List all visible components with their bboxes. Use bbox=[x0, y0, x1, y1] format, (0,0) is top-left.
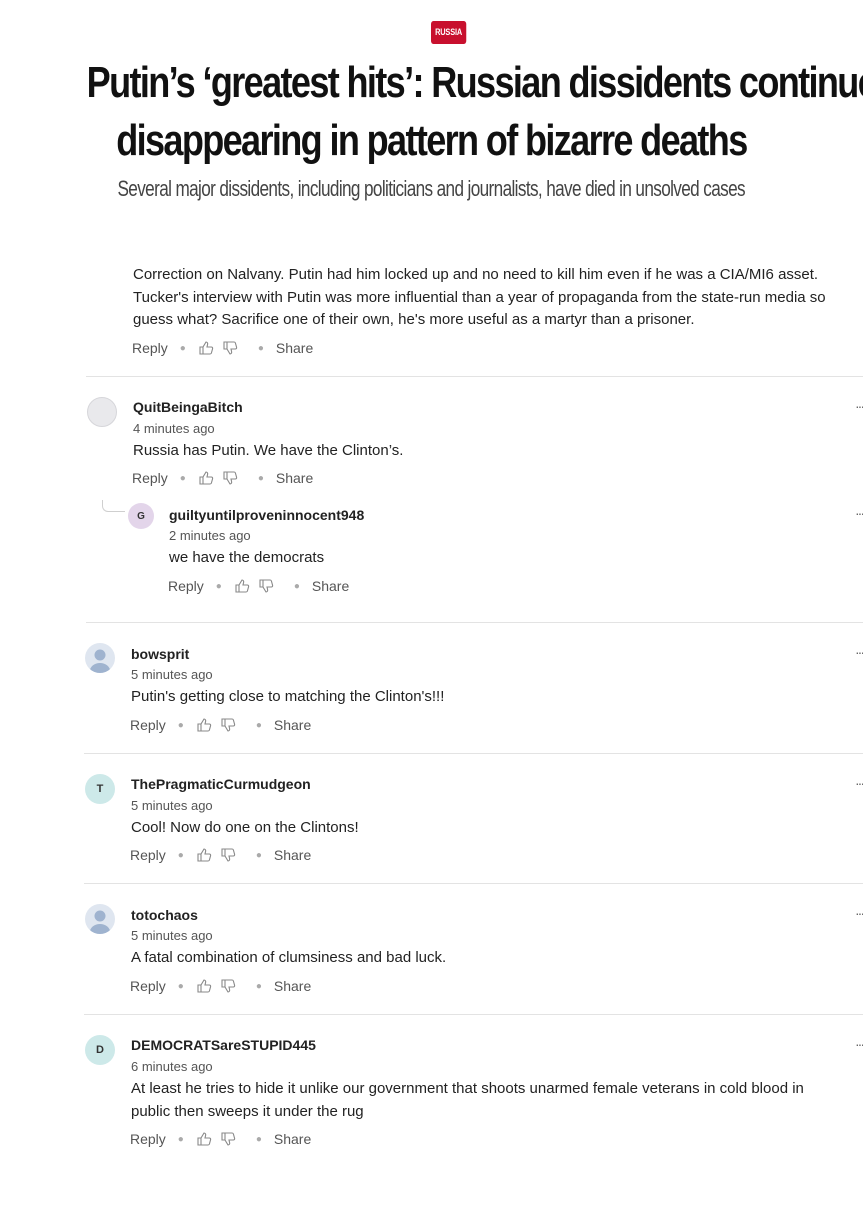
reply-button[interactable]: Reply bbox=[130, 717, 166, 733]
share-button[interactable]: Share bbox=[274, 1131, 311, 1147]
separator-dot: ● bbox=[257, 342, 264, 354]
comment-timestamp: 5 minutes ago bbox=[131, 928, 213, 943]
share-button[interactable]: Share bbox=[312, 578, 349, 594]
headline: Putin’s ‘greatest hits’: Russian disside… bbox=[0, 54, 863, 170]
thumbs-down-icon[interactable] bbox=[222, 340, 238, 356]
comment-body-line: guess what? Sacrifice one of their own, … bbox=[133, 311, 695, 328]
thumbs-up-icon[interactable] bbox=[196, 1131, 212, 1147]
separator-dot: ● bbox=[177, 980, 184, 992]
comment-actions: Reply ● ● Share bbox=[130, 976, 311, 996]
more-options-icon[interactable]: ··· bbox=[855, 644, 863, 660]
comment-timestamp: 2 minutes ago bbox=[169, 528, 251, 543]
comment-body: Putin's getting close to matching the Cl… bbox=[131, 688, 445, 705]
reply-button[interactable]: Reply bbox=[168, 578, 204, 594]
comment-timestamp: 4 minutes ago bbox=[133, 421, 215, 436]
comment-actions: Reply ● ● Share bbox=[130, 845, 311, 865]
comment-username[interactable]: ThePragmaticCurmudgeon bbox=[131, 776, 311, 792]
user-silhouette-icon bbox=[89, 649, 111, 673]
separator-dot: ● bbox=[255, 980, 262, 992]
separator-dot: ● bbox=[177, 849, 184, 861]
headline-line-2: disappearing in pattern of bizarre death… bbox=[116, 116, 748, 165]
comment-actions: Reply ● ● Share bbox=[130, 1129, 311, 1149]
thumbs-down-icon[interactable] bbox=[220, 847, 236, 863]
thumbs-up-icon[interactable] bbox=[196, 847, 212, 863]
comment-body: we have the democrats bbox=[169, 549, 325, 566]
thumbs-up-icon[interactable] bbox=[196, 978, 212, 994]
comment-body-line: Tucker's interview with Putin was more i… bbox=[133, 288, 826, 306]
comment-username[interactable]: DEMOCRATSareSTUPID445 bbox=[131, 1037, 316, 1053]
comment-divider bbox=[86, 622, 863, 623]
subheadline-text: Several major dissidents, including poli… bbox=[117, 176, 746, 201]
avatar[interactable] bbox=[85, 643, 115, 673]
thumbs-down-icon[interactable] bbox=[222, 470, 238, 486]
more-options-icon[interactable]: ··· bbox=[855, 775, 863, 791]
headline-line-1: Putin’s ‘greatest hits’: Russian disside… bbox=[86, 58, 863, 107]
separator-dot: ● bbox=[255, 1133, 262, 1145]
comment-actions: Reply ● ● Share bbox=[168, 576, 349, 596]
share-button[interactable]: Share bbox=[274, 978, 311, 994]
comment-body: Correction on Nalvany. Putin had him loc… bbox=[133, 264, 853, 332]
thumbs-up-icon[interactable] bbox=[234, 578, 250, 594]
separator-dot: ● bbox=[255, 719, 262, 731]
comment-body-line: At least he tries to hide it unlike our … bbox=[131, 1080, 804, 1097]
comment-body: A fatal combination of clumsiness and ba… bbox=[131, 949, 447, 966]
thumbs-down-icon[interactable] bbox=[220, 978, 236, 994]
separator-dot: ● bbox=[177, 719, 184, 731]
comment-body: At least he tries to hide it unlike our … bbox=[131, 1078, 851, 1123]
comment-divider bbox=[86, 376, 863, 377]
comment-username[interactable]: bowsprit bbox=[131, 646, 189, 662]
comment-body-line: public then sweeps it under the rug bbox=[131, 1102, 364, 1120]
thumbs-up-icon[interactable] bbox=[198, 340, 214, 356]
section-tag[interactable]: RUSSIA bbox=[431, 21, 467, 44]
more-options-icon[interactable]: ··· bbox=[855, 1036, 863, 1052]
separator-dot: ● bbox=[177, 1133, 184, 1145]
separator-dot: ● bbox=[257, 472, 264, 484]
share-button[interactable]: Share bbox=[276, 340, 313, 356]
reply-button[interactable]: Reply bbox=[130, 1131, 166, 1147]
separator-dot: ● bbox=[215, 580, 222, 592]
comment-username[interactable]: guiltyuntilproveninnocent948 bbox=[169, 507, 364, 523]
separator-dot: ● bbox=[179, 342, 186, 354]
reply-button[interactable]: Reply bbox=[132, 470, 168, 486]
comment-body: Cool! Now do one on the Clintons! bbox=[131, 819, 359, 836]
comment-divider bbox=[84, 883, 863, 884]
avatar[interactable]: T bbox=[85, 774, 115, 804]
comment-actions: Reply ● ● Share bbox=[132, 338, 313, 358]
comment-divider bbox=[84, 1014, 863, 1015]
more-options-icon[interactable]: ··· bbox=[855, 905, 863, 921]
avatar[interactable] bbox=[87, 397, 117, 427]
more-options-icon[interactable]: ··· bbox=[855, 505, 863, 521]
user-silhouette-icon bbox=[89, 910, 111, 934]
comment-username[interactable]: totochaos bbox=[131, 907, 198, 923]
comment-body: Russia has Putin. We have the Clinton’s. bbox=[133, 442, 404, 459]
thumbs-down-icon[interactable] bbox=[220, 717, 236, 733]
thumbs-down-icon[interactable] bbox=[258, 578, 274, 594]
reply-button[interactable]: Reply bbox=[130, 978, 166, 994]
comment-divider bbox=[84, 753, 863, 754]
reply-thread-line bbox=[102, 500, 125, 512]
separator-dot: ● bbox=[179, 472, 186, 484]
thumbs-up-icon[interactable] bbox=[198, 470, 214, 486]
comment-body-line: Correction on Nalvany. Putin had him loc… bbox=[133, 266, 819, 283]
comment-timestamp: 5 minutes ago bbox=[131, 798, 213, 813]
comment-timestamp: 6 minutes ago bbox=[131, 1059, 213, 1074]
subheadline: Several major dissidents, including poli… bbox=[0, 176, 863, 202]
reply-button[interactable]: Reply bbox=[132, 340, 168, 356]
comment-username[interactable]: QuitBeingaBitch bbox=[133, 399, 243, 415]
share-button[interactable]: Share bbox=[274, 847, 311, 863]
avatar[interactable]: D bbox=[85, 1035, 115, 1065]
avatar[interactable]: G bbox=[128, 503, 154, 529]
reply-button[interactable]: Reply bbox=[130, 847, 166, 863]
share-button[interactable]: Share bbox=[274, 717, 311, 733]
comment-timestamp: 5 minutes ago bbox=[131, 667, 213, 682]
separator-dot: ● bbox=[293, 580, 300, 592]
share-button[interactable]: Share bbox=[276, 470, 313, 486]
comment-actions: Reply ● ● Share bbox=[132, 468, 313, 488]
comment-actions: Reply ● ● Share bbox=[130, 715, 311, 735]
thumbs-down-icon[interactable] bbox=[220, 1131, 236, 1147]
more-options-icon[interactable]: ··· bbox=[855, 398, 863, 414]
thumbs-up-icon[interactable] bbox=[196, 717, 212, 733]
avatar[interactable] bbox=[85, 904, 115, 934]
separator-dot: ● bbox=[255, 849, 262, 861]
